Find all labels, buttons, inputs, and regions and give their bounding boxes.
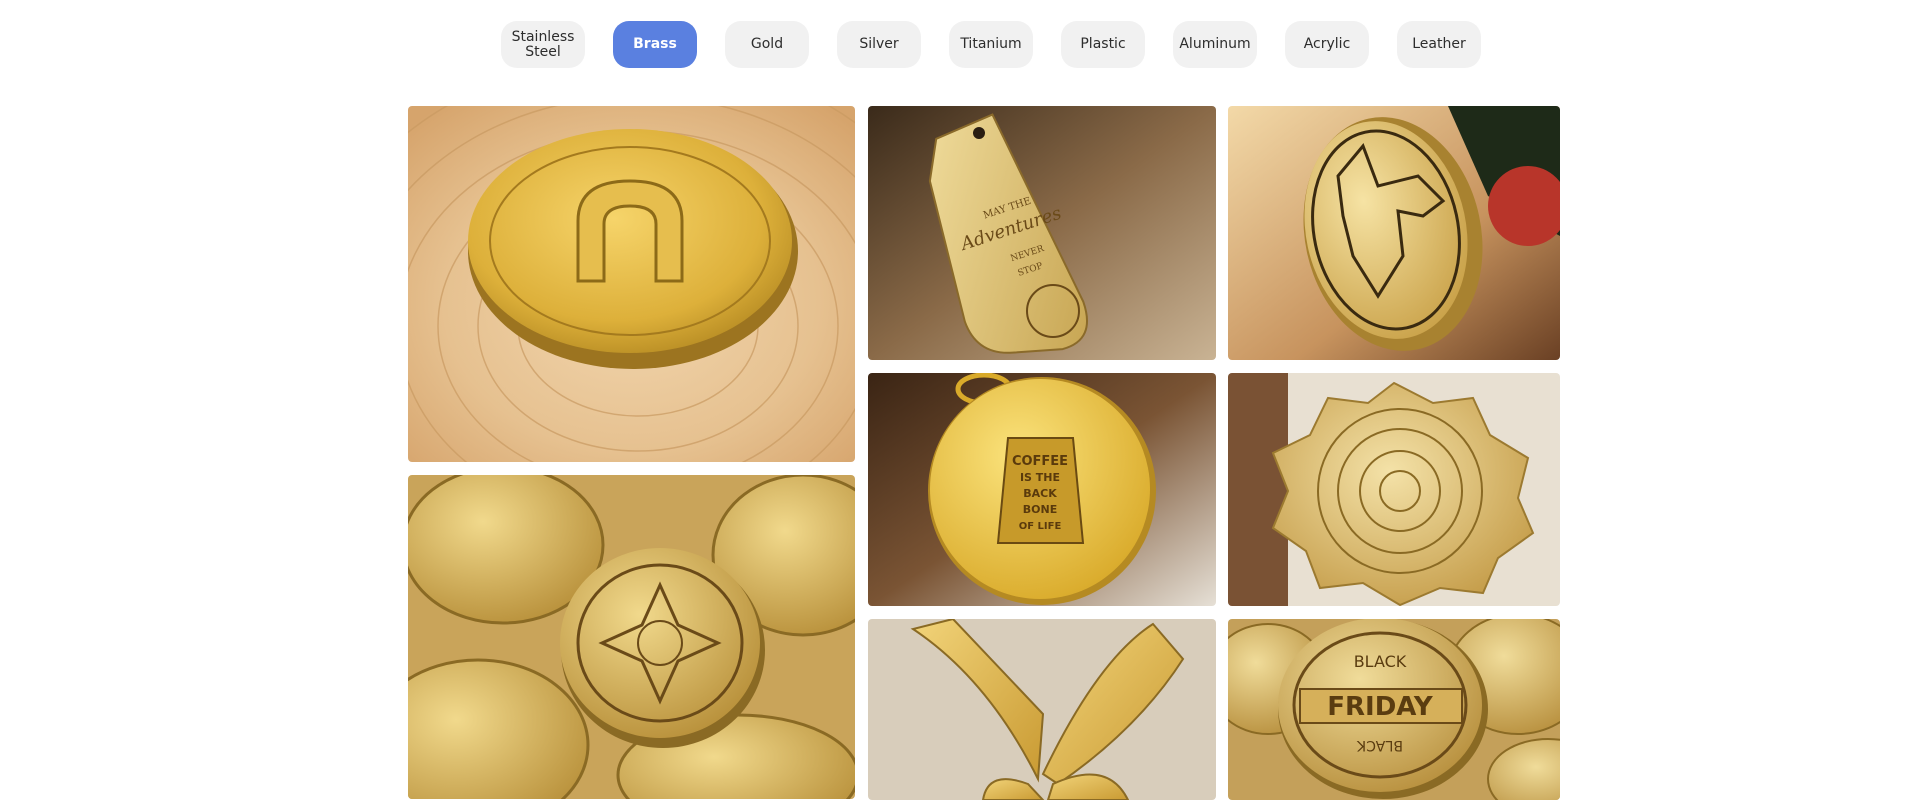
- coin-pile-photo: [408, 475, 855, 799]
- pendant-text-5: OF LIFE: [1019, 521, 1062, 532]
- tab-brass[interactable]: Brass: [613, 21, 697, 68]
- tab-acrylic[interactable]: Acrylic: [1285, 21, 1369, 68]
- coin-text-top: BLACK: [1354, 652, 1407, 671]
- gallery-image-coffee-pendant[interactable]: COFFEE IS THE BACK BONE OF LIFE: [868, 373, 1216, 606]
- tab-aluminum[interactable]: Aluminum: [1173, 21, 1257, 68]
- tab-silver[interactable]: Silver: [837, 21, 921, 68]
- mandala-tag-photo: [1228, 373, 1560, 606]
- tab-titanium[interactable]: Titanium: [949, 21, 1033, 68]
- wolf-tag-photo: [1228, 106, 1560, 360]
- pendant-text-2: IS THE: [1020, 471, 1060, 484]
- material-tabs: Stainless Steel Brass Gold Silver Titani…: [501, 21, 1481, 68]
- gallery-image-butterfly[interactable]: [868, 619, 1216, 800]
- coin-text-main: FRIDAY: [1327, 692, 1434, 722]
- pendant-text-4: BONE: [1023, 503, 1057, 516]
- black-friday-coins-photo: BLACK FRIDAY BLACK: [1228, 619, 1560, 800]
- tab-gold[interactable]: Gold: [725, 21, 809, 68]
- gallery-image-mandala-tag[interactable]: [1228, 373, 1560, 606]
- tab-stainless-steel[interactable]: Stainless Steel: [501, 21, 585, 68]
- butterfly-photo: [868, 619, 1216, 800]
- horseshoe-coin-photo: [408, 106, 855, 462]
- pendant-text-3: BACK: [1023, 487, 1057, 500]
- coin-text-bottom: BLACK: [1356, 737, 1403, 753]
- pendant-text-1: COFFEE: [1012, 454, 1068, 469]
- gallery-image-black-friday-coins[interactable]: BLACK FRIDAY BLACK: [1228, 619, 1560, 800]
- gallery-image-adventure-keytag[interactable]: MAY THE Adventures NEVER STOP: [868, 106, 1216, 360]
- gallery-image-wolf-tag[interactable]: [1228, 106, 1560, 360]
- gallery-image-coin-pile[interactable]: [408, 475, 855, 799]
- adventure-keytag-photo: MAY THE Adventures NEVER STOP: [868, 106, 1216, 360]
- tab-plastic[interactable]: Plastic: [1061, 21, 1145, 68]
- coffee-pendant-photo: COFFEE IS THE BACK BONE OF LIFE: [868, 373, 1216, 606]
- page: Stainless Steel Brass Gold Silver Titani…: [0, 0, 1920, 800]
- tab-leather[interactable]: Leather: [1397, 21, 1481, 68]
- gallery-image-horseshoe-coin[interactable]: [408, 106, 855, 462]
